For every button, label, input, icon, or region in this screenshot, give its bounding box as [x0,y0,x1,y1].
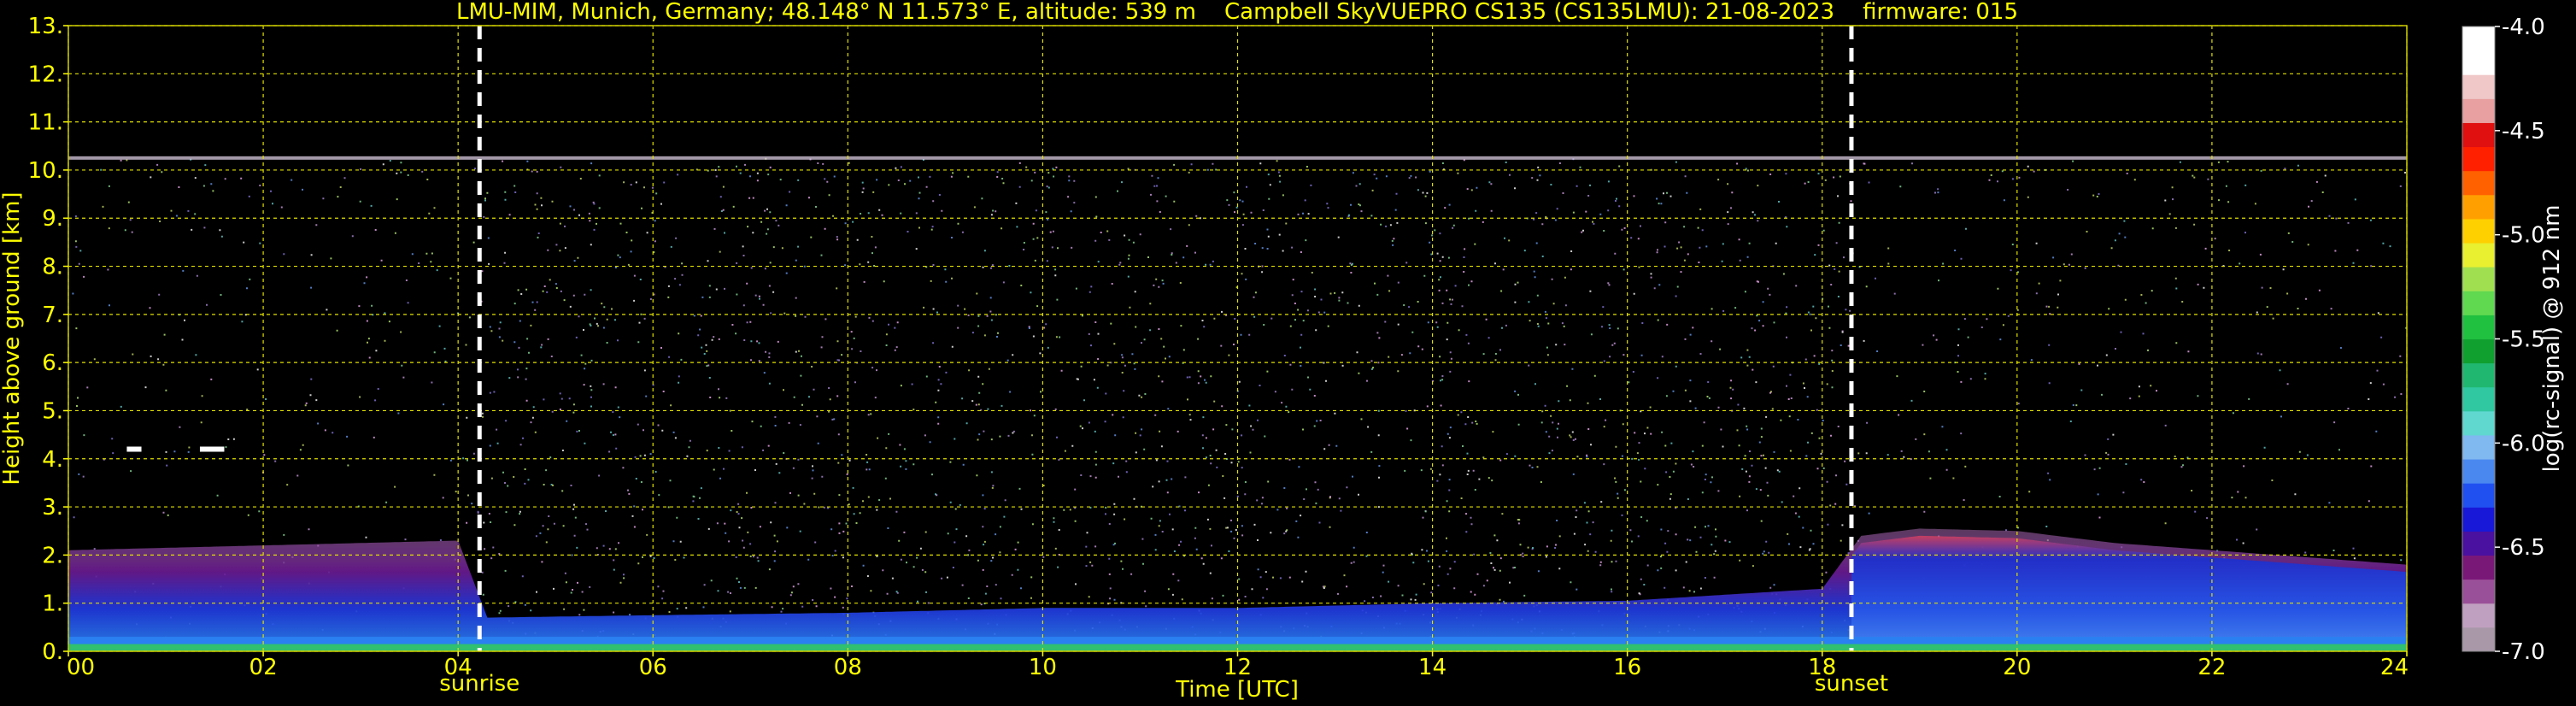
colorbar-segment [2462,434,2495,460]
colorbar-segment [2462,146,2495,172]
colorbar-segment [2462,74,2495,99]
colorbar-segment [2462,603,2495,628]
colorbar-segment [2462,170,2495,196]
colorbar-segment [2462,386,2495,412]
colorbar-label: log(rc-signal) @ 912 nm [2539,205,2565,473]
chart-title: LMU-MIM, Munich, Germany; 48.148° N 11.5… [456,0,2018,25]
y-axis: 0. 1. 2. 3. 4. 5. 6. 7. 8. 9. 10. 11. 12. 13. [28,14,68,665]
x-axis-label: Time [UTC] [1175,677,1299,703]
y-tick-label: 13. [28,14,63,39]
x-axis: 00 02 04 06 08 10 12 14 16 18 20 22 24 [67,651,2409,680]
colorbar-tick-label: -4.5 [2502,119,2545,144]
x-tick-label: 20 [2003,655,2031,680]
y-tick-label: 1. [42,591,63,617]
x-tick-label: 14 [1418,655,1446,680]
y-tick-label: 3. [42,495,63,521]
colorbar-segment [2462,507,2495,532]
plot-area [67,25,2408,652]
sunset-label: sunset [1815,671,1888,697]
y-tick-label: 8. [42,255,63,280]
colorbar-segment [2462,218,2495,244]
colorbar-segment [2462,579,2495,604]
y-axis-label: Height above ground [km] [0,191,25,485]
colorbar-segment [2462,50,2495,75]
colorbar-segment [2462,459,2495,484]
y-tick-label: 0. [42,639,63,665]
x-tick-label: 08 [834,655,862,680]
colorbar: -4.0-4.5-5.0-5.5-6.0-6.5-7.0 [2462,15,2545,665]
colorbar-segment [2462,291,2495,315]
y-tick-label: 11. [28,110,63,136]
colorbar-segment [2462,194,2495,220]
colorbar-segment [2462,483,2495,508]
sunrise-label: sunrise [439,671,519,697]
colorbar-tick-label: -7.0 [2502,639,2545,665]
y-tick-label: 6. [42,350,63,376]
colorbar-segment [2462,315,2495,339]
y-tick-label: 4. [42,447,63,473]
ceilometer-chart: 00 02 04 06 08 10 12 14 16 18 20 22 24 0.1.2.3.4.5.6… [0,0,2565,703]
colorbar-tick-label: -6.5 [2502,535,2545,561]
colorbar-segment [2462,267,2495,291]
x-tick-label: 16 [1613,655,1641,680]
x-tick-label: 24 [2380,655,2409,680]
colorbar-segment [2462,338,2495,364]
x-tick-label: 06 [639,655,667,680]
colorbar-segment [2462,627,2495,652]
colorbar-segment [2462,243,2495,268]
colorbar-segment [2462,362,2495,388]
colorbar-segment [2462,531,2495,556]
y-tick-label: 9. [42,206,63,232]
x-tick-label: 02 [249,655,278,680]
colorbar-segment [2462,26,2495,51]
colorbar-segment [2462,555,2495,580]
colorbar-segment [2462,410,2495,436]
x-tick-label: 22 [2198,655,2226,680]
y-tick-label: 12. [28,62,63,87]
y-tick-label: 2. [42,543,63,568]
colorbar-tick-label: -4.0 [2502,15,2545,40]
x-tick-label: 10 [1029,655,1057,680]
cloud-patch [199,446,225,452]
colorbar-segment [2462,98,2495,123]
y-tick-label: 5. [42,398,63,424]
y-tick-label: 10. [28,158,63,184]
colorbar-segment [2462,122,2495,148]
cloud-patch [126,446,142,452]
y-tick-label: 7. [42,303,63,328]
x-tick-label: 00 [67,655,95,680]
